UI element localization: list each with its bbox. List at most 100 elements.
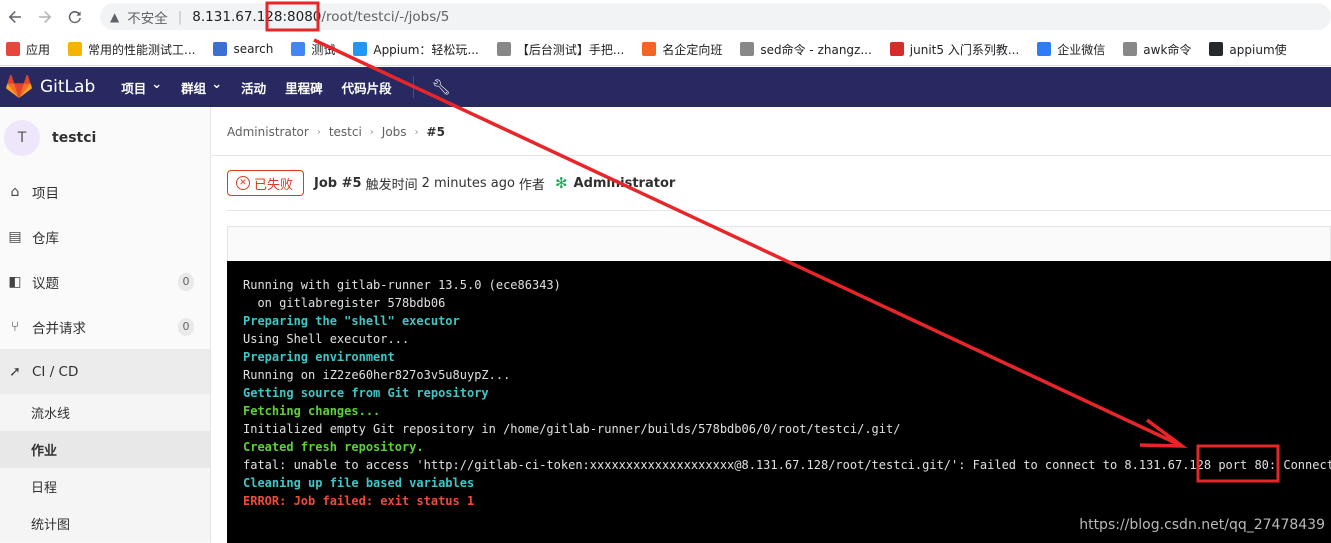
paw-icon: [213, 42, 228, 56]
bookmark-label: 企业微信: [1057, 42, 1106, 57]
nav-item-label: 群组: [181, 80, 207, 96]
sidebar-item-label: 项目: [32, 185, 59, 202]
log-line: fatal: unable to access 'http://gitlab-c…: [243, 458, 1331, 472]
log-line: Fetching changes...: [243, 404, 381, 418]
sidebar-item[interactable]: ▤ 仓库: [0, 214, 210, 259]
job-id: Job #5: [314, 175, 362, 191]
bookmark-label: junit5 入门系列教...: [909, 42, 1020, 57]
bookmark-item[interactable]: 常用的性能测试工...: [68, 41, 195, 58]
bookmark-label: sed命令 - zhangz...: [760, 42, 872, 57]
project-name: testci: [52, 130, 97, 146]
bookmark-item[interactable]: appium使: [1209, 41, 1287, 58]
sidebar-item[interactable]: ⑂ 合并请求 0: [0, 304, 210, 349]
nav-item[interactable]: 活动: [241, 78, 266, 97]
bookmark-item[interactable]: 名企定向班: [642, 41, 722, 58]
bookmark-item[interactable]: 【后台测试】手把...: [496, 41, 625, 58]
sidebar-project-header[interactable]: T testci: [0, 107, 210, 169]
sidebar-item-label: CI / CD: [32, 363, 79, 380]
bookmark-label: 常用的性能测试工...: [88, 42, 196, 57]
screenshot-root: ▲ 不安全 | 8.131.67.12 8:8080/root/testci/-/…: [0, 0, 1331, 543]
log-line: Created fresh repository.: [243, 440, 424, 454]
sidebar-item-label: 议题: [32, 275, 59, 292]
gitlab-top-nav: GitLab 项目 ⌄ 群组 ⌄ 活动 里程碑 代码片段 🔧︎: [0, 67, 1331, 107]
bookmark-label: awk命令: [1143, 42, 1192, 57]
gitlab-logo[interactable]: GitLab: [6, 75, 95, 99]
sidebar-item-label: 合并请求: [32, 320, 86, 337]
back-button[interactable]: [0, 2, 30, 32]
nav-item-label: 代码片段: [341, 80, 392, 96]
bookmark-item[interactable]: 应用: [6, 41, 50, 58]
bookmark-item[interactable]: awk命令: [1123, 41, 1191, 58]
admin-wrench-icon[interactable]: 🔧︎: [432, 78, 451, 96]
nav-item[interactable]: 里程碑: [285, 78, 323, 97]
reload-button[interactable]: [60, 2, 90, 32]
breadcrumb-item[interactable]: Administrator: [227, 125, 309, 139]
cicd-subitem[interactable]: 日程: [0, 468, 210, 505]
bookmark-item[interactable]: 测试: [291, 41, 335, 58]
nav-item-label: 项目: [121, 80, 147, 96]
chevron-right-icon: ›: [316, 126, 321, 138]
header-divider: [227, 210, 1331, 211]
nav-item[interactable]: 群组 ⌄: [181, 77, 222, 97]
author-link[interactable]: Administrator: [574, 176, 676, 191]
bookmark-item[interactable]: 企业微信: [1037, 41, 1105, 58]
nav-item[interactable]: 代码片段: [342, 78, 392, 97]
pen-icon: [496, 42, 511, 56]
url-host: 8.131.67.12: [192, 8, 274, 25]
status-badge[interactable]: ✕ 已失败: [227, 170, 305, 196]
bookmark-item[interactable]: junit5 入门系列教...: [889, 41, 1020, 58]
address-bar[interactable]: ▲ 不安全 | 8.131.67.12 8:8080/root/testci/-/…: [100, 3, 1331, 30]
pen-icon: [1123, 42, 1138, 56]
nav-item[interactable]: 项目 ⌄: [121, 77, 162, 97]
bookmark-label: 【后台测试】手把...: [516, 42, 625, 57]
breadcrumb: Administrator › testci › Jobs › #5: [227, 125, 445, 139]
log-line: Running with gitlab-runner 13.5.0 (ece86…: [243, 278, 561, 292]
breadcrumb-item[interactable]: #5: [427, 125, 445, 139]
bookmark-label: appium使: [1229, 42, 1287, 57]
breadcrumb-divider: [212, 155, 1331, 156]
sidebar-item-cicd[interactable]: ➚ CI / CD: [0, 349, 210, 394]
cicd-subitem[interactable]: 流水线: [0, 394, 210, 431]
gitlab-nav-items: 项目 ⌄ 群组 ⌄ 活动 里程碑 代码片段: [121, 77, 410, 97]
author-by-label: 作者: [518, 177, 545, 193]
log-line: ERROR: Job failed: exit status 1: [243, 494, 475, 508]
cicd-subitem[interactable]: 作业: [0, 431, 210, 468]
cloud-icon: [353, 42, 368, 56]
time-ago: 2 minutes ago: [421, 175, 515, 191]
home-icon: ⌂: [10, 183, 20, 200]
bookmark-item[interactable]: search: [213, 42, 273, 56]
log-line: on gitlabregister 578bdb06: [243, 296, 446, 310]
breadcrumb-item[interactable]: Jobs: [382, 125, 407, 139]
triggered-label: 触发时间: [365, 177, 418, 193]
bookmark-label: 测试: [311, 42, 336, 57]
sidebar-item[interactable]: ⌂ 项目: [0, 169, 210, 214]
cicd-subitem[interactable]: 统计图: [0, 505, 210, 542]
bookmarks-bar: 应用 常用的性能测试工... search 测试 Appium：轻松玩... 【后台测试】…: [0, 33, 1331, 66]
log-line: Preparing environment: [243, 350, 395, 364]
project-sidebar: T testci ⌂ 项目 ▤ 仓库 ◧ 议题 0 ⑂ 合并请求 0 ➚ CI / CD 流水线作…: [0, 107, 211, 543]
back-arrow-icon: [8, 10, 21, 23]
merge-request-icon: ⑂: [10, 318, 20, 335]
pen-icon: [740, 42, 755, 56]
log-line: Using Shell executor...: [243, 332, 410, 346]
forward-button[interactable]: [30, 2, 60, 32]
bookmark-label: 名企定向班: [662, 42, 723, 57]
orange-mark-icon: [642, 42, 657, 56]
breadcrumb-item[interactable]: testci: [329, 125, 362, 139]
browser-toolbar: ▲ 不安全 | 8.131.67.12 8:8080/root/testci/-/…: [0, 0, 1331, 33]
sidebar-items: ⌂ 项目 ▤ 仓库 ◧ 议题 0 ⑂ 合并请求 0: [0, 169, 210, 349]
bookmark-item[interactable]: Appium：轻松玩...: [353, 41, 479, 58]
bookmark-yellow-icon: [68, 42, 83, 56]
url-host-tail: 8: [273, 8, 283, 25]
bookmark-blue-icon: [291, 42, 306, 56]
log-line: Initialized empty Git repository in /hom…: [243, 422, 901, 436]
github-icon: [1209, 42, 1224, 56]
sidebar-item[interactable]: ◧ 议题 0: [0, 259, 210, 304]
bookmark-item[interactable]: sed命令 - zhangz...: [740, 41, 872, 58]
csdn-icon: [889, 42, 904, 56]
nav-divider: [412, 76, 414, 98]
bookmark-label: Appium：轻松玩...: [373, 42, 479, 57]
gitlab-brand: GitLab: [40, 77, 96, 97]
log-line: Cleaning up file based variables: [243, 476, 475, 490]
nav-item-label: 里程碑: [285, 80, 323, 96]
